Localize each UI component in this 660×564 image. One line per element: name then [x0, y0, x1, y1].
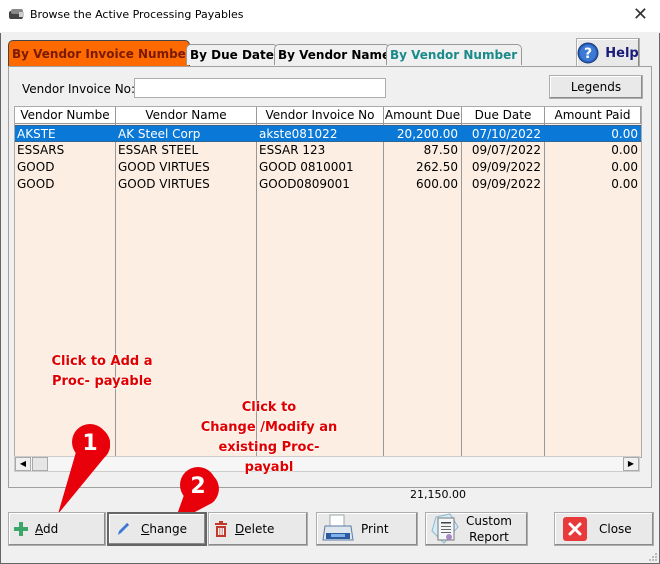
table-row[interactable]: GOOD GOOD VIRTUES GOOD0809001 600.00 09/09/2… — [15, 176, 641, 193]
close-label: Close — [599, 522, 632, 536]
column-header-vendor-number[interactable]: Vendor Numbe — [15, 107, 116, 124]
cell-vendor-number: GOOD — [17, 160, 55, 174]
pin-1-label: 1 — [82, 431, 97, 456]
delete-label: Delete — [235, 522, 275, 536]
table-row[interactable]: ESSARS ESSAR STEEL ESSAR 123 87.50 09/07/202… — [15, 142, 641, 159]
cell-amount-due: 20,200.00 — [396, 127, 458, 141]
print-label: Print — [361, 522, 389, 536]
legends-button[interactable]: Legends — [549, 75, 643, 99]
pencil-icon — [118, 523, 129, 535]
column-header-amount-due[interactable]: Amount Due — [384, 107, 462, 124]
cell-vendor-name: AK Steel Corp — [118, 127, 201, 141]
legends-label: Legends — [570, 80, 622, 94]
custom-report-label: Custom Report — [466, 514, 512, 544]
column-header-vendor-invoice-no[interactable]: Vendor Invoice No — [257, 107, 384, 124]
close-button[interactable]: Close — [554, 512, 654, 546]
scroll-right-arrow-icon[interactable]: ▶ — [623, 457, 639, 471]
plus-icon — [14, 522, 28, 536]
add-hint-line2: Proc- payable — [51, 374, 152, 389]
title-bar: Browse the Active Processing Payables ✕ — [0, 0, 660, 33]
cell-amount-paid: 0.00 — [611, 143, 638, 157]
help-icon: ? — [577, 42, 599, 64]
cell-amount-paid: 0.00 — [611, 127, 638, 141]
cell-amount-paid: 0.00 — [611, 177, 638, 191]
cell-vendor-name: GOOD VIRTUES — [118, 177, 210, 191]
cell-amount-due: 87.50 — [423, 143, 458, 157]
app-icon — [9, 9, 24, 19]
printer-icon — [322, 514, 354, 541]
tab-by-vendor-number[interactable]: By Vendor Number — [386, 44, 522, 65]
tab-by-due-date[interactable]: By Due Date — [186, 44, 278, 65]
pin-2-label: 2 — [190, 474, 205, 499]
add-button[interactable]: Add — [8, 512, 106, 546]
tab-by-vendor-invoice-number[interactable]: By Vendor Invoice Number — [8, 40, 192, 67]
change-hint-line2: Change /Modify an — [200, 420, 338, 435]
report-document-icon — [431, 513, 459, 544]
cell-invoice-no: ESSAR 123 — [259, 143, 326, 157]
column-header-vendor-name[interactable]: Vendor Name — [116, 107, 257, 124]
scroll-left-arrow-icon[interactable]: ◀ — [15, 457, 31, 471]
custom-report-button[interactable]: Custom Report — [425, 512, 528, 546]
cell-vendor-name: GOOD VIRTUES — [118, 160, 210, 174]
cell-vendor-name: ESSAR STEEL — [118, 143, 199, 157]
print-button[interactable]: Print — [316, 512, 418, 546]
help-button[interactable]: ? Help — [576, 38, 640, 68]
add-hint-annotation: Click to Add a Proc- payable — [40, 352, 164, 392]
cell-due-date: 09/07/2022 — [471, 143, 541, 157]
window-close-icon[interactable]: ✕ — [633, 4, 648, 25]
delete-button[interactable]: Delete — [208, 512, 308, 546]
cell-due-date: 07/10/2022 — [471, 127, 541, 141]
table-row[interactable]: GOOD GOOD VIRTUES GOOD 0810001 262.50 09/09/… — [15, 159, 641, 176]
cell-due-date: 09/09/2022 — [471, 160, 541, 174]
close-x-icon — [563, 517, 587, 541]
table-row[interactable]: AKSTE AK Steel Corp akste081022 20,200.00 07… — [15, 125, 641, 142]
resize-grip-icon[interactable] — [648, 552, 658, 562]
cell-invoice-no: akste081022 — [259, 127, 338, 141]
cell-due-date: 09/09/2022 — [471, 177, 541, 191]
window-title: Browse the Active Processing Payables — [30, 8, 244, 21]
change-label: Change — [141, 522, 187, 536]
change-hint-line1: Click to — [241, 400, 297, 415]
trash-icon — [215, 521, 227, 537]
cell-vendor-number: AKSTE — [17, 127, 56, 141]
tab-by-vendor-name[interactable]: By Vendor Name — [274, 44, 390, 65]
cell-amount-due: 600.00 — [416, 177, 458, 191]
cell-invoice-no: GOOD0809001 — [259, 177, 350, 191]
column-header-amount-paid[interactable]: Amount Paid — [545, 107, 641, 124]
total-amount-due: 21,150.00 — [410, 488, 466, 501]
svg-text:?: ? — [584, 46, 592, 62]
cell-vendor-number: GOOD — [17, 177, 55, 191]
cell-invoice-no: GOOD 0810001 — [259, 160, 354, 174]
pin-1-marker-icon: 1 — [58, 424, 110, 514]
add-label: Add — [35, 522, 59, 536]
change-button[interactable]: Change — [107, 512, 207, 546]
scroll-thumb[interactable] — [32, 457, 48, 471]
cell-vendor-number: ESSARS — [17, 143, 65, 157]
vendor-invoice-no-label: Vendor Invoice No: — [22, 82, 136, 96]
add-hint-line1: Click to Add a — [51, 354, 153, 369]
help-label: Help — [605, 45, 639, 61]
column-header-due-date[interactable]: Due Date — [462, 107, 545, 124]
cell-amount-due: 262.50 — [416, 160, 458, 174]
vendor-invoice-no-input[interactable] — [134, 78, 386, 98]
cell-amount-paid: 0.00 — [611, 160, 638, 174]
